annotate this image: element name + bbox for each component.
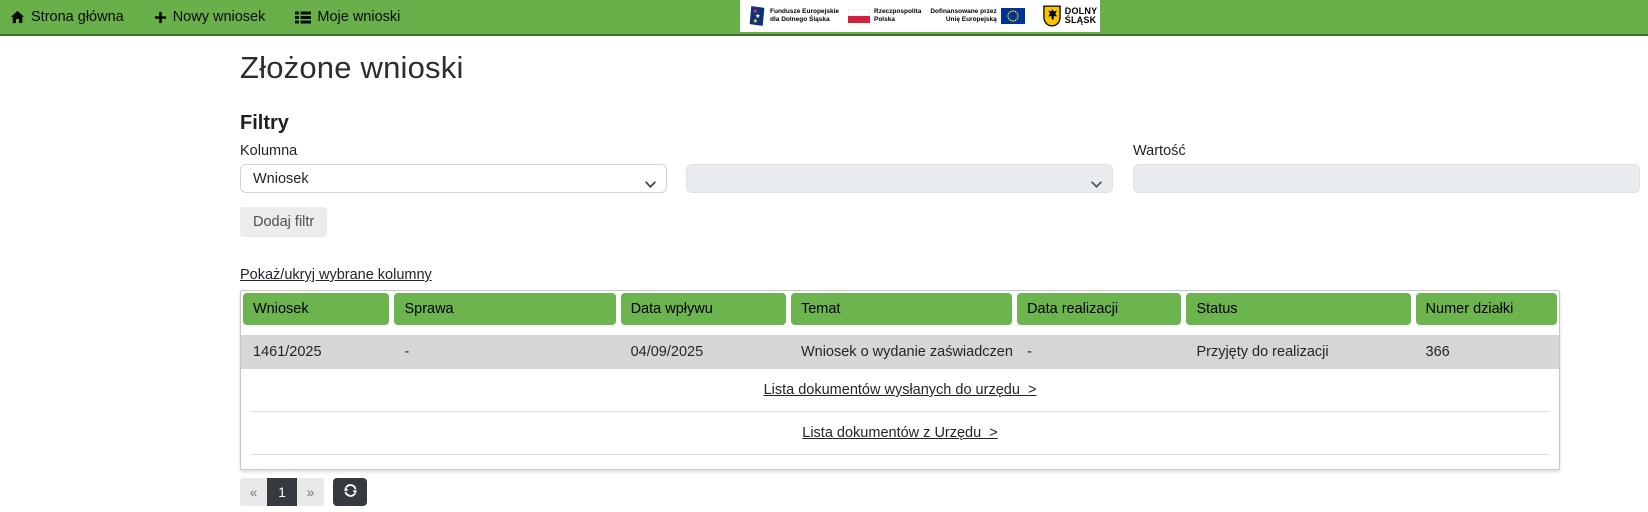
office-documents-link[interactable]: Lista dokumentów z Urzędu > xyxy=(802,425,997,441)
nav-item-new-application[interactable]: Nowy wniosek xyxy=(154,9,266,25)
column-select-value: Wniosek xyxy=(253,171,309,187)
pagination-prev-button[interactable]: « xyxy=(240,478,267,506)
chevron-down-icon xyxy=(1091,176,1102,192)
funding-logos-banner: Fundusze Europejskie dla Dolnego Śląska … xyxy=(740,0,1100,32)
eu-flag-icon xyxy=(1001,8,1025,24)
table-header-row: Wniosek Sprawa Data wpływu Temat Data re… xyxy=(241,291,1559,327)
column-select[interactable]: Wniosek xyxy=(240,164,667,193)
nav-item-label: Nowy wniosek xyxy=(173,9,266,25)
column-header-sprawa[interactable]: Sprawa xyxy=(394,293,615,325)
toggle-columns-link[interactable]: Pokaż/ukryj wybrane kolumny xyxy=(240,267,432,283)
value-input xyxy=(1133,164,1640,193)
operator-select-disabled xyxy=(686,164,1113,193)
fe-flag-icon xyxy=(748,4,766,28)
column-header-wniosek[interactable]: Wniosek xyxy=(243,293,389,325)
pl-logo-text: Rzeczpospolita xyxy=(874,8,921,16)
home-icon xyxy=(10,10,25,24)
pagination-next-button[interactable]: » xyxy=(297,478,324,506)
page-title: Złożone wnioski xyxy=(240,50,1648,86)
applications-table: Wniosek Sprawa Data wpływu Temat Data re… xyxy=(240,290,1560,470)
fe-logo-text: Fundusze Europejskie xyxy=(770,8,839,16)
cell-wniosek: 1461/2025 xyxy=(243,344,389,360)
sent-documents-link[interactable]: Lista dokumentów wysłanych do urzędu > xyxy=(764,382,1037,398)
cell-status: Przyjęty do realizacji xyxy=(1186,344,1410,360)
logo-fundusze-europejskie: Fundusze Europejskie dla Dolnego Śląska xyxy=(748,4,839,28)
cell-numer-dzialki: 366 xyxy=(1416,344,1557,360)
column-header-temat[interactable]: Temat xyxy=(791,293,1012,325)
dolny-slask-eagle-icon xyxy=(1043,5,1061,27)
row-divider xyxy=(251,454,1549,455)
chevron-down-icon xyxy=(645,176,656,192)
column-header-numer-dzialki[interactable]: Numer działki xyxy=(1416,293,1557,325)
refresh-icon xyxy=(343,483,358,501)
top-navbar: Strona główna Nowy wniosek Moje wnioski xyxy=(0,0,1648,36)
poland-flag-icon xyxy=(848,9,870,23)
value-label: Wartość xyxy=(1133,143,1640,159)
filters-heading: Filtry xyxy=(240,112,1648,135)
list-icon xyxy=(295,11,311,24)
main-content: Złożone wnioski Filtry Kolumna Wniosek W… xyxy=(0,50,1648,506)
column-header-data-wplywu[interactable]: Data wpływu xyxy=(621,293,786,325)
eu-logo-text: Dofinansowane przez xyxy=(930,8,996,16)
cell-sprawa: - xyxy=(394,344,615,360)
pagination: « 1 » xyxy=(240,478,1648,506)
logo-unia-europejska: Dofinansowane przez Unię Europejską xyxy=(930,8,1024,24)
plus-icon xyxy=(154,11,167,24)
cell-temat: Wniosek o wydanie zaświadczenia o ... xyxy=(791,344,1012,360)
nav-item-label: Moje wnioski xyxy=(317,9,400,25)
logo-dolny-slask: DOLNY ŚLĄSK xyxy=(1043,5,1098,27)
column-label: Kolumna xyxy=(240,143,667,159)
cell-data-realizacji: - xyxy=(1017,344,1181,360)
nav-item-label: Strona główna xyxy=(31,9,124,25)
refresh-button[interactable] xyxy=(333,478,367,506)
add-filter-button[interactable]: Dodaj filtr xyxy=(240,207,327,237)
logo-rzeczpospolita-polska: Rzeczpospolita Polska xyxy=(848,8,921,24)
table-row[interactable]: 1461/2025 - 04/09/2025 Wniosek o wydanie… xyxy=(241,335,1559,369)
filter-row: Kolumna Wniosek Wartość xyxy=(240,143,1640,193)
cell-data-wplywu: 04/09/2025 xyxy=(621,344,786,360)
nav-item-my-applications[interactable]: Moje wnioski xyxy=(295,9,400,25)
column-header-data-realizacji[interactable]: Data realizacji xyxy=(1017,293,1181,325)
column-header-status[interactable]: Status xyxy=(1186,293,1410,325)
nav-item-home[interactable]: Strona główna xyxy=(10,9,124,25)
pagination-page-1-button[interactable]: 1 xyxy=(267,478,297,506)
